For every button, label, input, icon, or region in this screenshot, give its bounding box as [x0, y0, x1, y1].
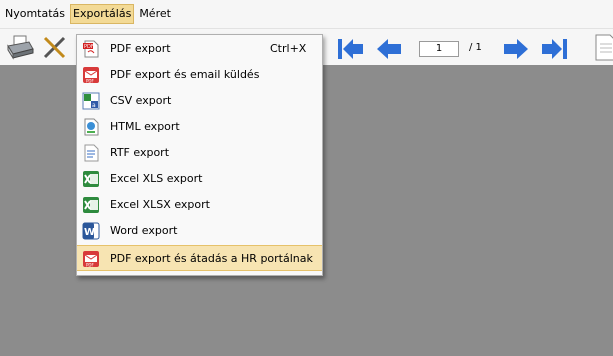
excel-icon: [83, 171, 99, 187]
menu-bar: Nyomtatás Exportálás Méret: [0, 0, 613, 28]
menu-item-excel-xlsx-export[interactable]: Excel XLSX export: [77, 192, 322, 218]
page-number-input[interactable]: [419, 41, 459, 57]
menu-item-pdf-email-export[interactable]: PDF PDF export és email küldés: [77, 62, 322, 88]
menu-item-word-export[interactable]: W Word export: [77, 218, 322, 244]
svg-text:W: W: [84, 227, 95, 238]
menu-meret[interactable]: Méret: [136, 4, 174, 24]
document-icon[interactable]: [592, 32, 613, 62]
word-icon: W: [82, 222, 100, 240]
menu-item-shortcut: Ctrl+X: [270, 42, 307, 55]
menu-item-excel-xls-export[interactable]: Excel XLS export: [77, 166, 322, 192]
csv-icon: a: [82, 92, 100, 110]
menu-item-label: PDF export és email küldés: [110, 68, 260, 81]
last-page-icon[interactable]: [540, 38, 570, 60]
menu-item-label: CSV export: [110, 94, 172, 107]
menu-item-csv-export[interactable]: a CSV export: [77, 88, 322, 114]
menu-item-label: PDF export és átadás a HR portálnak: [110, 252, 313, 265]
rtf-icon: [84, 144, 99, 162]
html-icon: [84, 118, 99, 136]
tools-icon[interactable]: [40, 32, 70, 62]
printer-icon[interactable]: [5, 32, 35, 62]
svg-text:PDF: PDF: [84, 44, 94, 50]
menu-item-label: Word export: [110, 224, 178, 237]
next-page-icon[interactable]: [501, 38, 531, 60]
excel-icon: [83, 197, 99, 213]
menu-item-label: PDF export: [110, 42, 171, 55]
menu-item-label: Excel XLS export: [110, 172, 203, 185]
svg-text:PDF: PDF: [86, 263, 94, 268]
menu-item-html-export[interactable]: HTML export: [77, 114, 322, 140]
export-dropdown-menu: PDF PDF export Ctrl+X PDF PDF export és …: [76, 34, 323, 276]
menu-exportalas[interactable]: Exportálás: [70, 4, 135, 24]
pdf-icon: PDF: [83, 40, 99, 58]
menu-item-pdf-hr-portal-export[interactable]: PDF PDF export és átadás a HR portálnak: [77, 245, 322, 271]
pdf-upload-icon: PDF: [83, 251, 99, 268]
previous-page-icon[interactable]: [374, 38, 404, 60]
menu-item-pdf-export[interactable]: PDF PDF export Ctrl+X: [77, 36, 322, 62]
pdf-email-icon: PDF: [83, 67, 99, 84]
menu-item-label: HTML export: [110, 120, 180, 133]
first-page-icon[interactable]: [335, 38, 365, 60]
menu-item-label: Excel XLSX export: [110, 198, 210, 211]
menu-nyomtatas[interactable]: Nyomtatás: [2, 4, 68, 24]
menu-item-rtf-export[interactable]: RTF export: [77, 140, 322, 166]
svg-text:a: a: [92, 102, 96, 109]
page-total-label: / 1: [469, 42, 482, 53]
menu-item-label: RTF export: [110, 146, 170, 159]
svg-text:PDF: PDF: [86, 79, 94, 84]
